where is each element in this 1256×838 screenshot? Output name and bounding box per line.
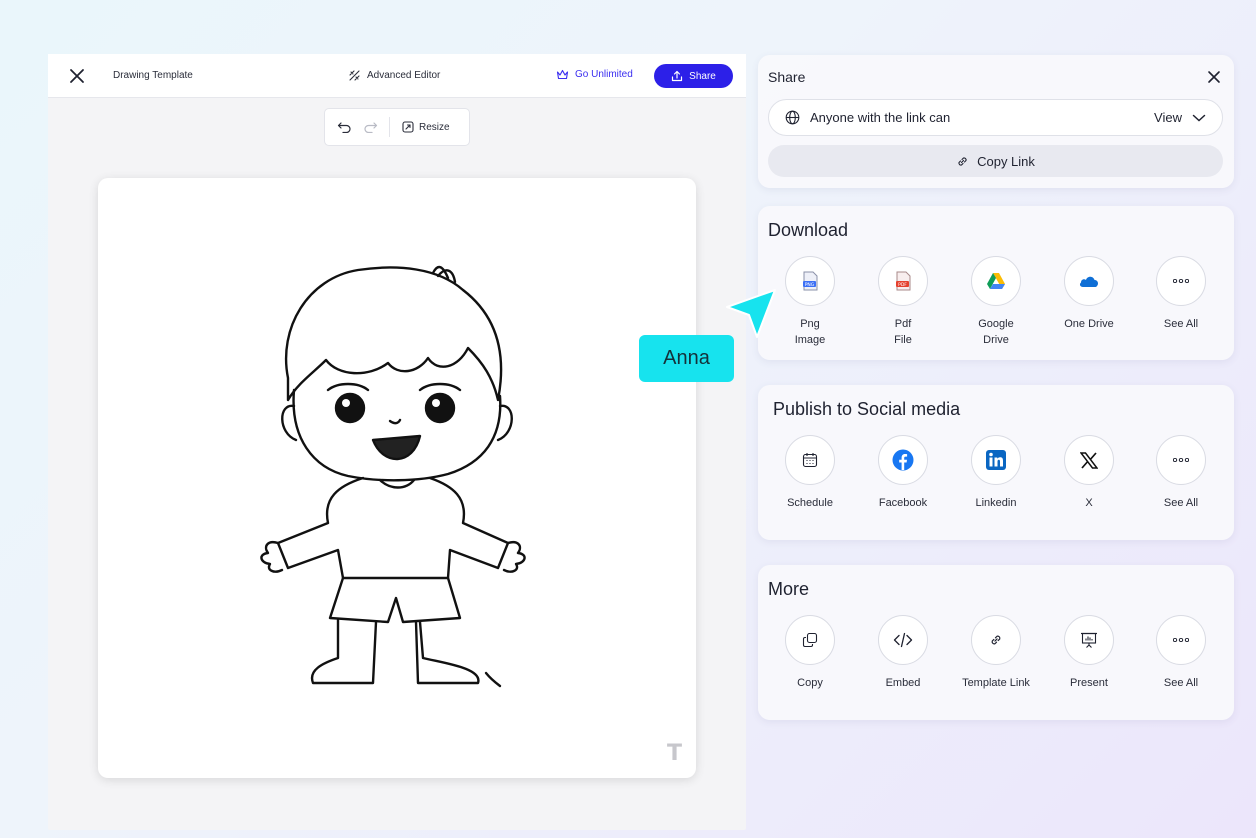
magic-tools-icon xyxy=(349,70,360,81)
copy-link-label: Copy Link xyxy=(977,153,1035,169)
google-drive-icon xyxy=(971,256,1021,306)
calendar-icon xyxy=(785,435,835,485)
download-one-drive-option[interactable]: One Drive xyxy=(1044,256,1134,332)
resize-label: Resize xyxy=(419,121,450,133)
link-access-dropdown[interactable]: Anyone with the link can View xyxy=(768,99,1223,136)
resize-button[interactable]: Resize xyxy=(402,121,450,133)
download-pdf-option[interactable]: PDF Pdf File xyxy=(858,256,948,348)
editor-panel: Drawing Template Advanced Editor Go Unli… xyxy=(48,54,746,830)
link-access-text: Anyone with the link can xyxy=(810,110,951,125)
chevron-down-icon xyxy=(1192,114,1206,122)
embed-option[interactable]: Embed xyxy=(858,615,948,691)
download-pdf-label: Pdf File xyxy=(894,318,912,346)
linkedin-icon xyxy=(971,435,1021,485)
download-section: Download PNG Png Image PDF Pdf File Goog… xyxy=(758,206,1234,360)
png-file-icon: PNG xyxy=(785,256,835,306)
copy-option[interactable]: Copy xyxy=(765,615,855,691)
download-png-label: Png Image xyxy=(794,318,826,346)
x-label: X xyxy=(1085,497,1093,509)
canvas-toolbar: Resize xyxy=(324,108,470,146)
globe-icon xyxy=(785,110,800,125)
collaborator-name-tag: Anna xyxy=(639,335,734,382)
close-icon[interactable] xyxy=(68,67,86,85)
go-unlimited-label: Go Unlimited xyxy=(575,69,633,80)
advanced-editor-button[interactable]: Advanced Editor xyxy=(348,69,440,82)
brand-logo: T xyxy=(666,741,682,766)
one-drive-icon xyxy=(1064,256,1114,306)
download-one-drive-label: One Drive xyxy=(1064,318,1114,330)
link-icon xyxy=(971,615,1021,665)
go-unlimited-button[interactable]: Go Unlimited xyxy=(556,69,633,80)
copy-icon xyxy=(785,615,835,665)
more-section: More Copy Embed Template Link Present Se… xyxy=(758,565,1234,720)
facebook-option[interactable]: Facebook xyxy=(858,435,948,511)
present-option[interactable]: Present xyxy=(1044,615,1134,691)
more-see-all-label: See All xyxy=(1163,677,1199,689)
more-icon xyxy=(1156,256,1206,306)
share-button-label: Share xyxy=(689,70,716,82)
permission-value: View xyxy=(1154,110,1182,125)
pdf-file-icon: PDF xyxy=(878,256,928,306)
social-title: Publish to Social media xyxy=(773,399,961,419)
more-icon xyxy=(1156,615,1206,665)
download-see-all-option[interactable]: See All xyxy=(1136,256,1226,332)
copy-label: Copy xyxy=(797,677,823,689)
svg-text:PNG: PNG xyxy=(805,282,815,288)
design-canvas[interactable]: T xyxy=(98,178,696,778)
template-link-option[interactable]: Template Link xyxy=(951,615,1041,691)
download-google-drive-label: Google Drive xyxy=(978,318,1014,346)
copy-link-button[interactable]: Copy Link xyxy=(768,145,1223,177)
svg-text:PDF: PDF xyxy=(898,282,907,288)
boy-coloring-illustration xyxy=(260,265,526,688)
editor-topbar: Drawing Template Advanced Editor Go Unli… xyxy=(48,54,746,98)
template-link-label: Template Link xyxy=(962,677,1030,689)
more-title: More xyxy=(768,579,810,599)
redo-icon[interactable] xyxy=(361,118,379,136)
share-button[interactable]: Share xyxy=(654,64,733,88)
upload-icon xyxy=(672,70,683,82)
download-title: Download xyxy=(768,220,849,240)
close-panel-icon[interactable] xyxy=(1206,69,1222,85)
download-png-option[interactable]: PNG Png Image xyxy=(765,256,855,348)
document-title: Drawing Template xyxy=(113,70,193,81)
social-see-all-label: See All xyxy=(1163,497,1199,509)
x-icon xyxy=(1064,435,1114,485)
advanced-editor-label: Advanced Editor xyxy=(367,70,441,81)
more-see-all-option[interactable]: See All xyxy=(1136,615,1226,691)
social-see-all-option[interactable]: See All xyxy=(1136,435,1226,511)
more-icon xyxy=(1156,435,1206,485)
present-label: Present xyxy=(1070,677,1108,689)
facebook-label: Facebook xyxy=(878,497,928,509)
share-section: Share Anyone with the link can View Copy… xyxy=(758,55,1234,188)
presentation-icon xyxy=(1064,615,1114,665)
schedule-label: Schedule xyxy=(787,497,833,509)
share-title: Share xyxy=(768,69,806,85)
resize-icon xyxy=(402,121,414,133)
undo-icon[interactable] xyxy=(335,118,353,136)
code-icon xyxy=(878,615,928,665)
link-icon xyxy=(958,156,967,166)
toolbar-divider xyxy=(389,117,390,137)
embed-label: Embed xyxy=(885,677,921,689)
social-section: Publish to Social media Schedule Faceboo… xyxy=(758,385,1234,540)
crown-icon xyxy=(556,69,569,80)
x-option[interactable]: X xyxy=(1044,435,1134,511)
schedule-option[interactable]: Schedule xyxy=(765,435,855,511)
linkedin-option[interactable]: Linkedin xyxy=(951,435,1041,511)
linkedin-label: Linkedin xyxy=(975,497,1017,509)
facebook-icon xyxy=(878,435,928,485)
download-see-all-label: See All xyxy=(1163,318,1199,330)
download-google-drive-option[interactable]: Google Drive xyxy=(951,256,1041,348)
